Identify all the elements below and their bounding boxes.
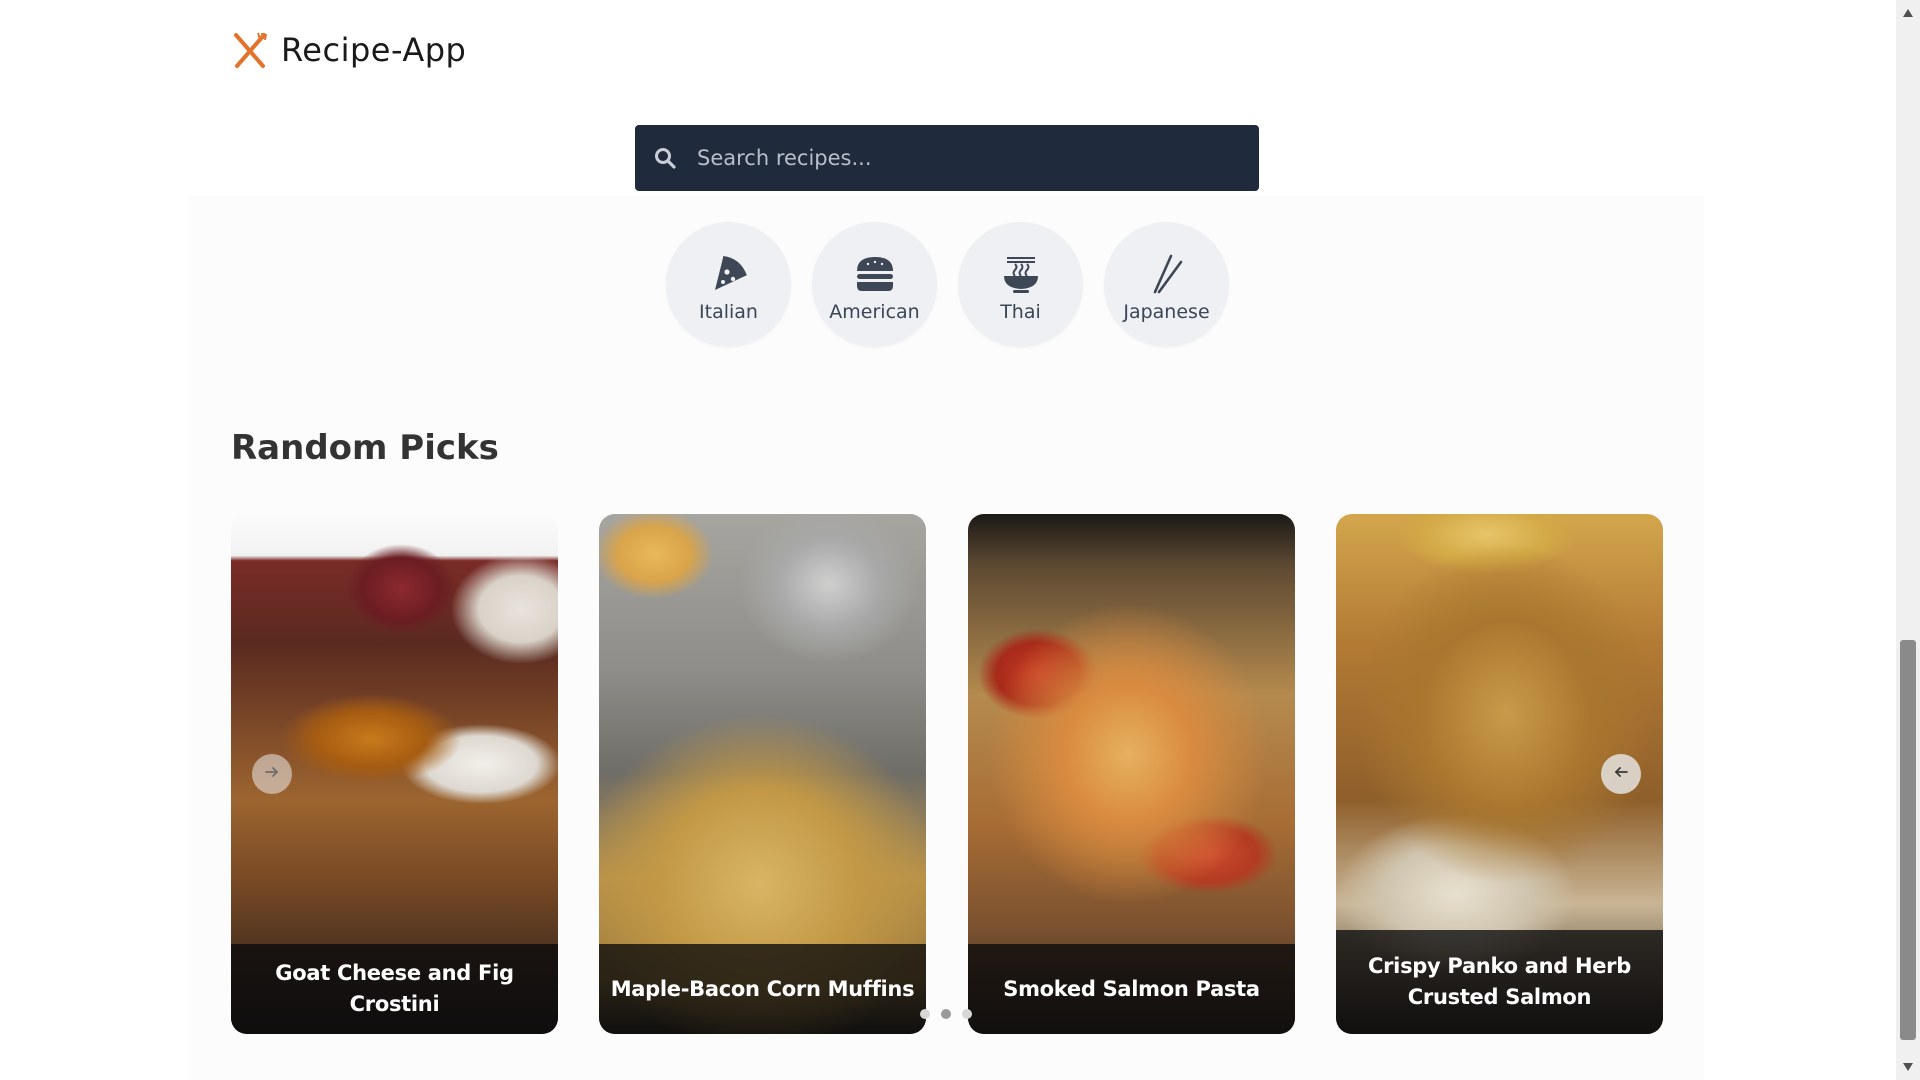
cuisine-label: Japanese — [1123, 300, 1210, 323]
arrow-left-icon — [1613, 764, 1629, 784]
chopsticks-icon — [1145, 253, 1189, 295]
recipe-title: Maple-Bacon Corn Muffins — [610, 976, 915, 1001]
recipe-card[interactable]: Maple-Bacon Corn Muffins — [599, 514, 926, 1034]
cuisine-list: Italian American Thai Japanese — [666, 222, 1229, 347]
hamburger-icon — [853, 253, 897, 295]
scroll-up-icon[interactable] — [1901, 6, 1915, 20]
cuisine-button-japanese[interactable]: Japanese — [1104, 222, 1229, 347]
recipe-caption: Crispy Panko and Herb Crusted Salmon — [1336, 930, 1663, 1034]
scrollbar-thumb[interactable] — [1900, 640, 1916, 1040]
scrollbar[interactable] — [1896, 0, 1920, 1080]
cuisine-button-american[interactable]: American — [812, 222, 937, 347]
carousel-next-button[interactable] — [1601, 754, 1641, 794]
fork-knife-icon — [231, 30, 269, 70]
recipe-title: Smoked Salmon Pasta — [1003, 976, 1260, 1001]
cuisine-label: American — [829, 300, 920, 323]
carousel-prev-button[interactable] — [252, 754, 292, 794]
section-title: Random Picks — [231, 428, 499, 468]
carousel-dots — [920, 1009, 972, 1019]
cuisine-button-italian[interactable]: Italian — [666, 222, 791, 347]
search-bar[interactable] — [635, 125, 1259, 191]
cuisine-label: Italian — [699, 300, 758, 323]
recipe-caption: Maple-Bacon Corn Muffins — [599, 944, 926, 1034]
search-icon — [653, 146, 677, 170]
brand-name: Recipe-App — [281, 31, 467, 69]
carousel-dot[interactable] — [920, 1009, 930, 1019]
recipe-title: Crispy Panko and Herb Crusted Salmon — [1368, 954, 1631, 1009]
app-header[interactable]: Recipe-App — [231, 30, 466, 70]
pizza-slice-icon — [707, 253, 751, 295]
cuisine-button-thai[interactable]: Thai — [958, 222, 1083, 347]
arrow-right-icon — [264, 764, 280, 784]
recipe-app-page: Recipe-App Italian — [0, 0, 1920, 1080]
scroll-down-icon[interactable] — [1901, 1060, 1915, 1074]
recipe-caption: Smoked Salmon Pasta — [968, 944, 1295, 1034]
cuisine-label: Thai — [1000, 300, 1041, 323]
carousel-dot[interactable] — [941, 1009, 951, 1019]
recipe-card[interactable]: Smoked Salmon Pasta — [968, 514, 1295, 1034]
recipe-caption: Goat Cheese and Fig Crostini — [231, 944, 558, 1034]
carousel-dot[interactable] — [962, 1009, 972, 1019]
recipe-title: Goat Cheese and Fig Crostini — [275, 961, 514, 1016]
noodle-bowl-icon — [999, 253, 1043, 295]
search-input[interactable] — [695, 145, 1219, 171]
